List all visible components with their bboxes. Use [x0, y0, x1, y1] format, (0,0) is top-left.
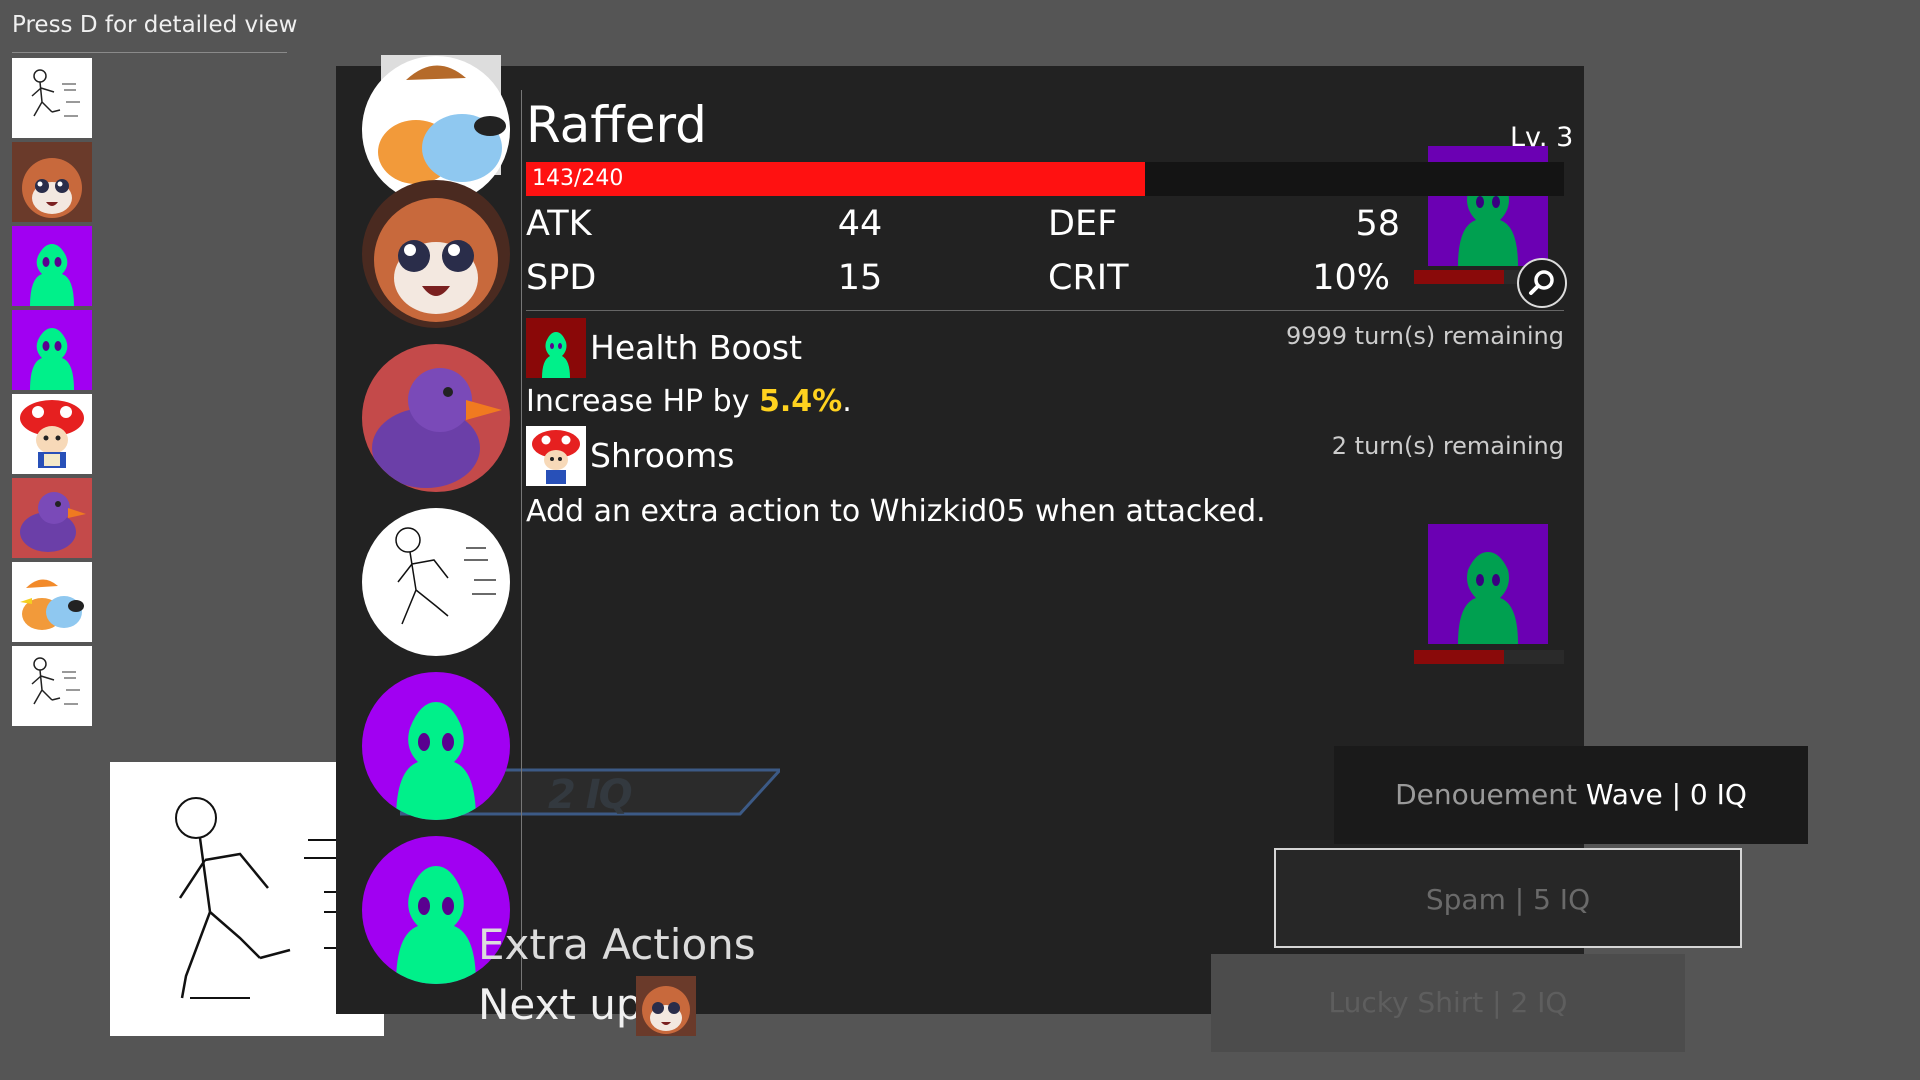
next-up-label: Next up:: [478, 980, 657, 1029]
hint-divider: [12, 52, 287, 53]
enemy-hp-bar: [1414, 650, 1564, 664]
stickman-icon: [362, 508, 510, 656]
status-shrooms-icon: [526, 426, 586, 486]
stat-spd-value: 15: [837, 258, 883, 298]
fox-icon: [362, 180, 510, 328]
stat-crit-value: 10%: [1312, 258, 1390, 298]
status-health-boost-icon: [526, 318, 586, 378]
hp-bar: 143/240: [526, 162, 1564, 196]
toad-icon: [12, 394, 92, 474]
stat-def-label: DEF: [1048, 204, 1118, 244]
blob-icon: [12, 310, 92, 390]
status-shrooms-name: Shrooms: [590, 436, 735, 475]
skill-name-rest: Wave | 0 IQ: [1576, 778, 1747, 811]
toad-icon: [526, 426, 586, 486]
stat-crit-label: CRIT: [1048, 258, 1129, 298]
portrait-blob[interactable]: [362, 672, 510, 820]
status-health-boost-name: Health Boost: [590, 328, 803, 367]
fox-icon: [636, 976, 696, 1036]
desc-prefix: Increase HP by: [526, 384, 760, 419]
duck-icon: [12, 478, 92, 558]
turn-order-item[interactable]: [12, 394, 92, 474]
blob-icon: [12, 226, 92, 306]
turn-order-item[interactable]: [12, 310, 92, 390]
skill-name-dim: Denouement: [1395, 778, 1577, 811]
fox-icon: [12, 142, 92, 222]
turn-order-item[interactable]: [12, 478, 92, 558]
enemy-hp-fill: [1414, 270, 1504, 284]
duck-icon: [362, 344, 510, 492]
status-health-boost-desc: Increase HP by 5.4%.: [526, 384, 852, 419]
status-shrooms-turns: 2 turn(s) remaining: [1331, 432, 1564, 460]
stickman-icon: [12, 58, 92, 138]
stats-separator: [526, 310, 1564, 311]
desc-highlight: 5.4%: [759, 384, 843, 419]
stat-spd-label: SPD: [526, 258, 597, 298]
skill-lucky-shirt-button[interactable]: Lucky Shirt | 2 IQ: [1211, 954, 1685, 1052]
character-name: Rafferd: [526, 96, 707, 154]
turn-order-item[interactable]: [12, 646, 92, 726]
iq-gauge-label: 2 IQ: [548, 772, 633, 818]
portrait-duck[interactable]: [362, 344, 510, 492]
blob-icon: [362, 672, 510, 820]
detail-view-hint: Press D for detailed view: [12, 12, 298, 38]
character-level: Lv. 3: [1510, 122, 1574, 153]
portrait-fox[interactable]: [362, 180, 510, 328]
stat-atk-label: ATK: [526, 204, 592, 244]
hp-text: 143/240: [532, 166, 624, 191]
skill-denouement-wave-button[interactable]: Denouement Wave | 0 IQ: [1334, 746, 1808, 844]
magnifier-icon: [1529, 270, 1554, 295]
stickman-icon: [12, 646, 92, 726]
status-health-boost-turns: 9999 turn(s) remaining: [1285, 322, 1564, 350]
extra-actions-label: Extra Actions: [478, 920, 756, 969]
enemy-hp-fill: [1414, 650, 1504, 664]
blob-icon: [1428, 524, 1548, 644]
enemy-portrait[interactable]: [1428, 524, 1548, 644]
turn-order-item[interactable]: [12, 58, 92, 138]
status-shrooms-desc: Add an extra action to Whizkid05 when at…: [526, 494, 1266, 529]
skill-spam-button[interactable]: Spam | 5 IQ: [1274, 848, 1742, 948]
inspect-button[interactable]: [1517, 258, 1567, 308]
stat-atk-value: 44: [837, 204, 883, 244]
blob-icon: [526, 318, 586, 378]
panel-divider: [521, 90, 522, 990]
turn-order-list: [12, 58, 92, 730]
desc-suffix: .: [842, 384, 852, 419]
turn-order-item[interactable]: [12, 226, 92, 306]
stat-def-value: 58: [1355, 204, 1400, 244]
turn-order-item[interactable]: [12, 562, 92, 642]
portrait-stickman[interactable]: [362, 508, 510, 656]
turn-order-item[interactable]: [12, 142, 92, 222]
bird-icon: [12, 562, 92, 642]
next-up-portrait: [636, 976, 696, 1036]
